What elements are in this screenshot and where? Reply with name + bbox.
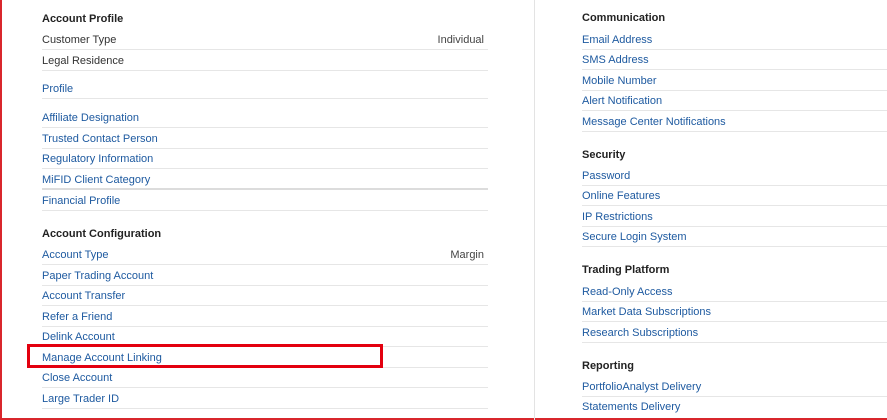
row-secure-login-system[interactable]: Secure Login System <box>582 227 887 247</box>
row-refer-a-friend[interactable]: Refer a Friend <box>42 307 488 327</box>
affiliate-designation-link[interactable]: Affiliate Designation <box>42 111 139 125</box>
row-sms-address[interactable]: SMS Address <box>582 50 887 70</box>
row-close-account[interactable]: Close Account <box>42 368 488 388</box>
legal-residence-label: Legal Residence <box>42 55 124 67</box>
row-password[interactable]: Password <box>582 166 887 186</box>
profile-link[interactable]: Profile <box>42 82 73 96</box>
statements-delivery-link[interactable]: Statements Delivery <box>582 400 680 414</box>
row-legal-residence: Legal Residence <box>42 51 488 71</box>
row-research-subscriptions[interactable]: Research Subscriptions <box>582 323 887 343</box>
regulatory-information-link[interactable]: Regulatory Information <box>42 152 153 166</box>
row-mobile-number[interactable]: Mobile Number <box>582 71 887 91</box>
row-email-address[interactable]: Email Address <box>582 30 887 50</box>
account-type-link[interactable]: Account Type <box>42 248 108 262</box>
ip-restrictions-link[interactable]: IP Restrictions <box>582 210 653 224</box>
row-trusted-contact-person[interactable]: Trusted Contact Person <box>42 129 488 149</box>
email-address-link[interactable]: Email Address <box>582 33 652 47</box>
paper-trading-account-link[interactable]: Paper Trading Account <box>42 269 153 283</box>
row-regulatory-information[interactable]: Regulatory Information <box>42 149 488 169</box>
row-read-only-access[interactable]: Read-Only Access <box>582 282 887 302</box>
row-large-trader-id[interactable]: Large Trader ID <box>42 389 488 409</box>
message-center-notifications-link[interactable]: Message Center Notifications <box>582 115 726 129</box>
read-only-access-link[interactable]: Read-Only Access <box>582 285 672 299</box>
market-data-subscriptions-link[interactable]: Market Data Subscriptions <box>582 305 711 319</box>
alert-notification-link[interactable]: Alert Notification <box>582 94 662 108</box>
research-subscriptions-link[interactable]: Research Subscriptions <box>582 326 698 340</box>
highlight-box <box>27 344 383 368</box>
row-paper-trading-account[interactable]: Paper Trading Account <box>42 266 488 286</box>
row-mifid-client-category[interactable]: MiFID Client Category <box>42 170 488 190</box>
password-link[interactable]: Password <box>582 169 630 183</box>
row-account-transfer[interactable]: Account Transfer <box>42 286 488 306</box>
account-type-value: Margin <box>450 249 484 261</box>
row-financial-profile[interactable]: Financial Profile <box>42 191 488 211</box>
large-trader-id-link[interactable]: Large Trader ID <box>42 392 119 406</box>
account-transfer-link[interactable]: Account Transfer <box>42 289 125 303</box>
row-account-type[interactable]: Account Type Margin <box>42 245 488 265</box>
row-message-center-notifications[interactable]: Message Center Notifications <box>582 112 887 132</box>
row-online-features[interactable]: Online Features <box>582 186 887 206</box>
delink-account-link[interactable]: Delink Account <box>42 330 115 344</box>
account-profile-heading: Account Profile <box>42 13 124 25</box>
refer-a-friend-link[interactable]: Refer a Friend <box>42 310 112 324</box>
customer-type-label: Customer Type <box>42 34 117 46</box>
row-statements-delivery[interactable]: Statements Delivery <box>582 397 887 417</box>
trading-platform-heading: Trading Platform <box>582 264 670 276</box>
mifid-client-category-link[interactable]: MiFID Client Category <box>42 173 150 187</box>
security-heading: Security <box>582 149 626 161</box>
online-features-link[interactable]: Online Features <box>582 189 660 203</box>
communication-heading: Communication <box>582 12 666 24</box>
financial-profile-link[interactable]: Financial Profile <box>42 194 120 208</box>
row-portfolioanalyst-delivery[interactable]: PortfolioAnalyst Delivery <box>582 377 887 397</box>
portfolioanalyst-delivery-link[interactable]: PortfolioAnalyst Delivery <box>582 380 701 394</box>
row-alert-notification[interactable]: Alert Notification <box>582 91 887 111</box>
customer-type-value: Individual <box>437 34 484 46</box>
column-divider <box>534 0 535 420</box>
sms-address-link[interactable]: SMS Address <box>582 53 649 67</box>
row-customer-type: Customer Type Individual <box>42 30 488 50</box>
trusted-contact-person-link[interactable]: Trusted Contact Person <box>42 132 158 146</box>
row-profile[interactable]: Profile <box>42 79 488 99</box>
mobile-number-link[interactable]: Mobile Number <box>582 74 657 88</box>
account-configuration-heading: Account Configuration <box>42 228 162 240</box>
row-market-data-subscriptions[interactable]: Market Data Subscriptions <box>582 302 887 322</box>
row-ip-restrictions[interactable]: IP Restrictions <box>582 207 887 227</box>
row-affiliate-designation[interactable]: Affiliate Designation <box>42 108 488 128</box>
secure-login-system-link[interactable]: Secure Login System <box>582 230 687 244</box>
close-account-link[interactable]: Close Account <box>42 371 112 385</box>
reporting-heading: Reporting <box>582 360 634 372</box>
